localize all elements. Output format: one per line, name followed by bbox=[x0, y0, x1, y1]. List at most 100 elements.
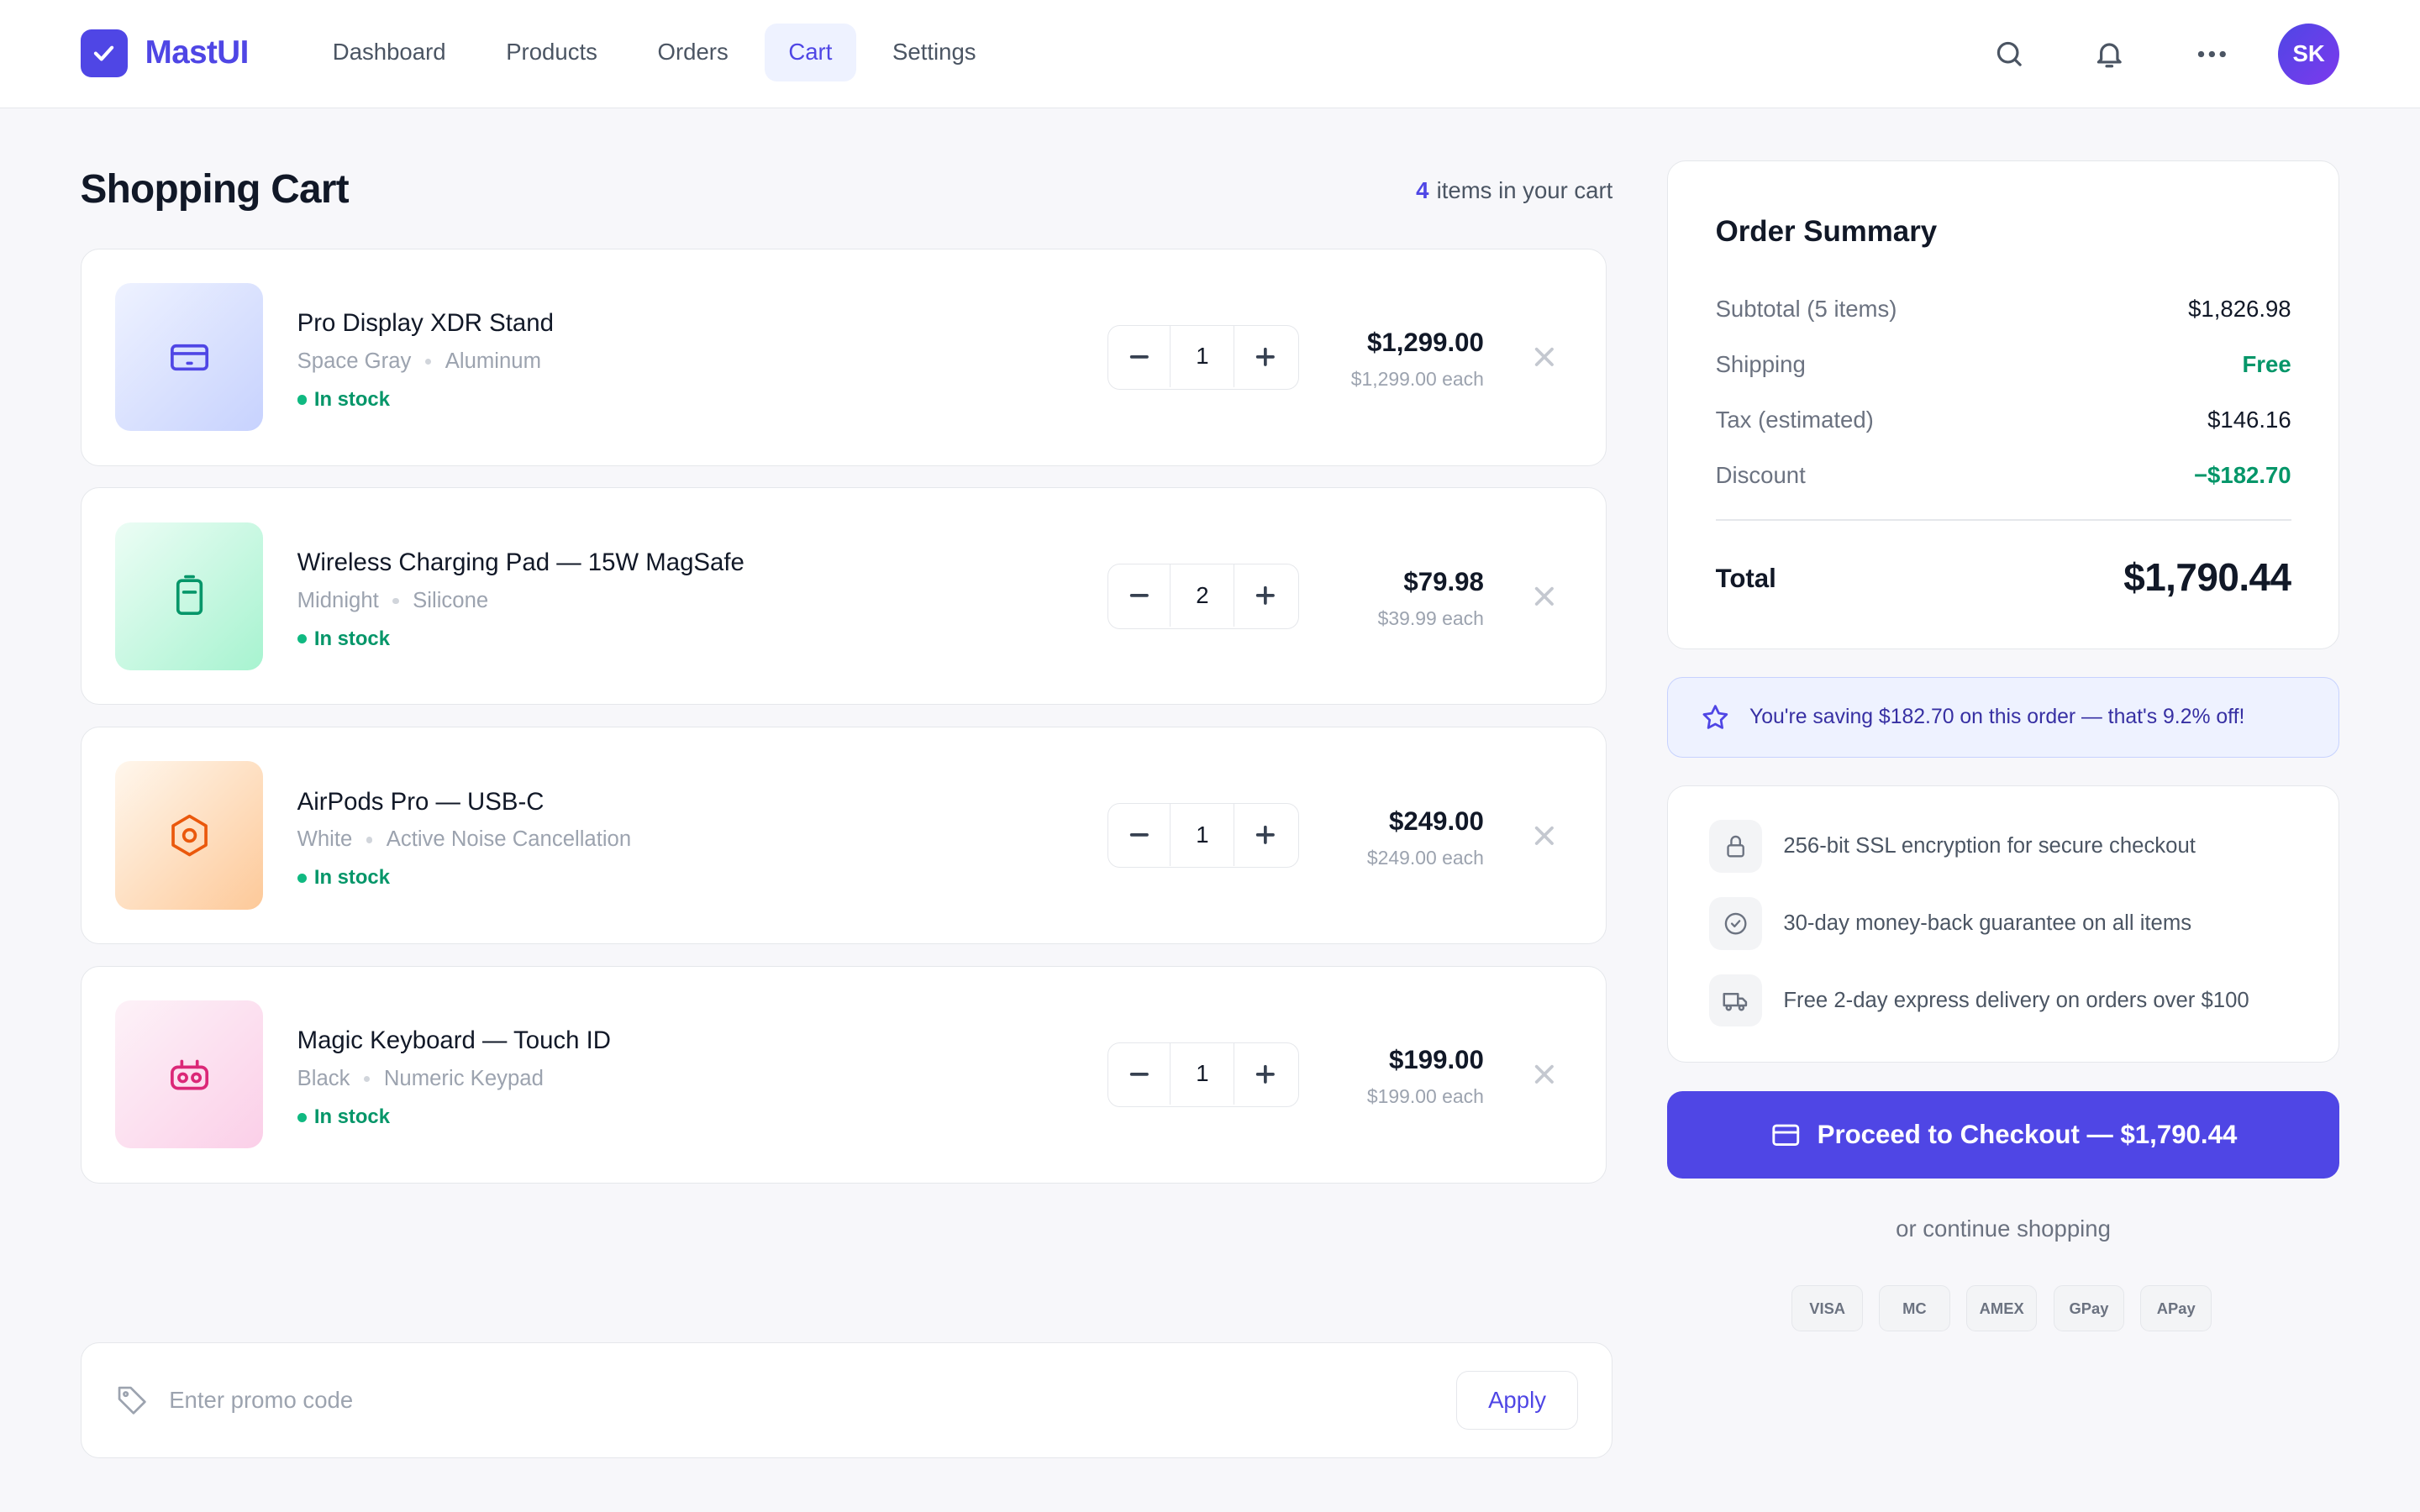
product-thumbnail bbox=[114, 522, 264, 671]
card-icon bbox=[1772, 1124, 1799, 1146]
remove-item-icon[interactable] bbox=[1527, 580, 1560, 613]
summary-row-shipping: Shipping Free bbox=[1715, 350, 2291, 377]
summary-row-tax: Tax (estimated) $146.16 bbox=[1715, 407, 2291, 433]
increase-button[interactable] bbox=[1234, 326, 1296, 387]
unit-price: $39.99 each bbox=[1377, 606, 1484, 629]
line-total: $199.00 bbox=[1389, 1045, 1484, 1075]
quantity-stepper: 2 bbox=[1107, 564, 1299, 629]
cart-item: Magic Keyboard — Touch ID Black Numeric K… bbox=[80, 965, 1607, 1184]
product-name[interactable]: Magic Keyboard — Touch ID bbox=[297, 1026, 611, 1055]
cart-item-count: 4 items in your cart bbox=[1416, 177, 1613, 204]
savings-banner: You're saving $182.70 on this order — th… bbox=[1666, 677, 2340, 758]
cart-item: Pro Display XDR Stand Space Gray Aluminum… bbox=[80, 248, 1607, 466]
nav-orders[interactable]: Orders bbox=[634, 24, 752, 82]
remove-item-icon[interactable] bbox=[1527, 818, 1560, 852]
star-icon bbox=[1702, 704, 1728, 729]
lock-icon bbox=[1709, 820, 1762, 873]
trust-badges: 256-bit SSL encryption for secure checko… bbox=[1666, 785, 2340, 1063]
truck-icon bbox=[1709, 974, 1762, 1027]
payment-badge-gpay: GPay bbox=[2053, 1284, 2125, 1332]
battery-icon bbox=[176, 575, 203, 616]
quantity-value[interactable]: 1 bbox=[1170, 804, 1235, 866]
quantity-stepper: 1 bbox=[1107, 324, 1299, 390]
apply-promo-button[interactable]: Apply bbox=[1455, 1370, 1579, 1430]
unit-price: $199.00 each bbox=[1366, 1085, 1484, 1108]
product-variant: White Active Noise Cancellation bbox=[297, 827, 632, 852]
decrease-button[interactable] bbox=[1108, 1043, 1170, 1105]
product-thumbnail bbox=[114, 1000, 264, 1149]
product-name[interactable]: Wireless Charging Pad — 15W MagSafe bbox=[297, 549, 744, 577]
summary-title: Order Summary bbox=[1715, 215, 1938, 249]
search-icon[interactable] bbox=[1990, 34, 2030, 74]
savings-text: You're saving $182.70 on this order — th… bbox=[1749, 706, 2245, 729]
decrease-button[interactable] bbox=[1108, 804, 1170, 865]
stock-status: In stock bbox=[297, 388, 390, 412]
checkout-button[interactable]: Proceed to Checkout — $1,790.44 bbox=[1666, 1090, 2340, 1179]
line-total: $1,299.00 bbox=[1367, 328, 1484, 358]
promo-code-input[interactable] bbox=[169, 1378, 1404, 1422]
trust-item: Free 2-day express delivery on orders ov… bbox=[1709, 974, 2249, 1027]
quantity-value[interactable]: 2 bbox=[1170, 564, 1235, 627]
product-variant: Black Numeric Keypad bbox=[297, 1067, 544, 1091]
increase-button[interactable] bbox=[1234, 1043, 1296, 1105]
quantity-stepper: 1 bbox=[1107, 803, 1299, 869]
line-total: $79.98 bbox=[1403, 567, 1484, 597]
increase-button[interactable] bbox=[1234, 804, 1296, 865]
payment-badge-amex: AMEX bbox=[1965, 1284, 2038, 1332]
quantity-value[interactable]: 1 bbox=[1170, 1042, 1235, 1105]
continue-shopping-link[interactable]: or continue shopping bbox=[1667, 1215, 2340, 1242]
main-nav: Dashboard Products Orders Cart Settings bbox=[308, 23, 1012, 82]
total-label: Total bbox=[1715, 564, 1776, 594]
logo-check-icon bbox=[80, 29, 129, 77]
product-variant: Midnight Silicone bbox=[297, 588, 489, 612]
total-value: $1,790.44 bbox=[2123, 555, 2291, 600]
summary-row-discount: Discount −$182.70 bbox=[1715, 462, 2291, 489]
cart-item: Wireless Charging Pad — 15W MagSafe Midn… bbox=[80, 487, 1607, 706]
payment-badge-apay: APay bbox=[2140, 1284, 2212, 1332]
unit-price: $249.00 each bbox=[1366, 846, 1484, 869]
hexagon-icon bbox=[171, 814, 208, 857]
remove-item-icon[interactable] bbox=[1527, 1058, 1560, 1091]
page-title: Shopping Cart bbox=[80, 167, 350, 213]
product-thumbnail bbox=[114, 761, 264, 910]
order-summary: Order Summary Subtotal (5 items) $1,826.9… bbox=[1666, 160, 2340, 650]
decrease-button[interactable] bbox=[1108, 564, 1170, 626]
nav-dashboard[interactable]: Dashboard bbox=[308, 24, 470, 82]
payment-methods: VISA MC AMEX GPay APay bbox=[1791, 1284, 2228, 1332]
stock-status: In stock bbox=[297, 627, 390, 651]
stock-status: In stock bbox=[297, 866, 390, 890]
decrease-button[interactable] bbox=[1108, 326, 1170, 387]
quantity-stepper: 1 bbox=[1107, 1042, 1299, 1107]
remove-item-icon[interactable] bbox=[1527, 340, 1560, 374]
summary-divider bbox=[1715, 519, 2291, 521]
keyboard-icon bbox=[170, 1059, 208, 1090]
logo[interactable]: MastUI bbox=[80, 29, 250, 77]
promo-code-panel: Apply bbox=[80, 1341, 1613, 1458]
check-circle-icon bbox=[1709, 897, 1762, 950]
tag-icon bbox=[115, 1383, 149, 1424]
nav-settings[interactable]: Settings bbox=[869, 24, 1000, 82]
card-icon bbox=[170, 344, 208, 370]
unit-price: $1,299.00 each bbox=[1350, 368, 1484, 391]
summary-row-subtotal: Subtotal (5 items) $1,826.98 bbox=[1715, 295, 2291, 322]
stock-status: In stock bbox=[297, 1105, 390, 1129]
quantity-value[interactable]: 1 bbox=[1170, 325, 1235, 388]
product-name[interactable]: AirPods Pro — USB-C bbox=[297, 788, 544, 816]
payment-badge-mc: MC bbox=[1879, 1284, 1950, 1332]
payment-badge-visa: VISA bbox=[1791, 1284, 1863, 1332]
nav-cart[interactable]: Cart bbox=[764, 23, 856, 82]
product-variant: Space Gray Aluminum bbox=[297, 349, 542, 374]
nav-products[interactable]: Products bbox=[482, 24, 622, 82]
line-total: $249.00 bbox=[1389, 806, 1484, 836]
product-thumbnail bbox=[114, 283, 264, 432]
bell-icon[interactable] bbox=[2090, 34, 2130, 74]
increase-button[interactable] bbox=[1234, 564, 1296, 626]
trust-item: 30-day money-back guarantee on all items bbox=[1709, 897, 2191, 950]
more-icon[interactable] bbox=[2191, 34, 2232, 74]
avatar[interactable]: SK bbox=[2277, 23, 2340, 85]
trust-item: 256-bit SSL encryption for secure checko… bbox=[1709, 820, 2196, 873]
product-name[interactable]: Pro Display XDR Stand bbox=[297, 309, 554, 338]
top-bar: MastUI Dashboard Products Orders Cart Se… bbox=[0, 0, 2420, 108]
cart-item: AirPods Pro — USB-C White Active Noise Ca… bbox=[80, 727, 1607, 945]
app-name: MastUI bbox=[145, 34, 250, 71]
